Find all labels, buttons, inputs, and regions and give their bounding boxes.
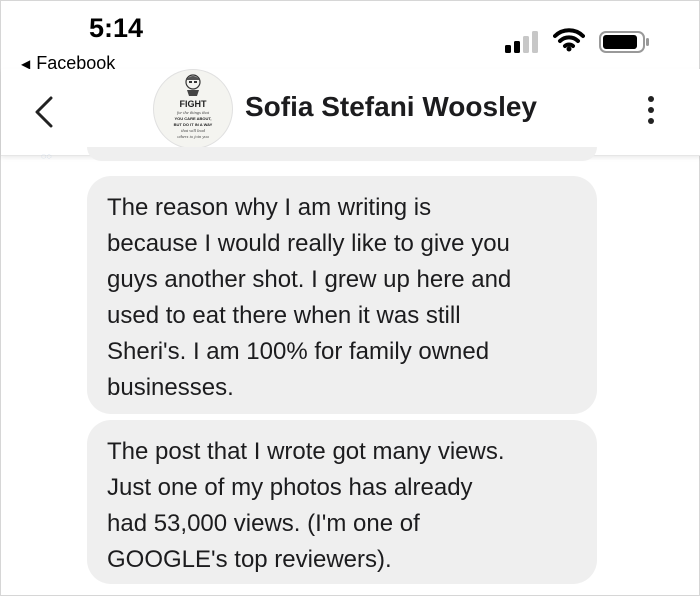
previous-message-bubble — [87, 147, 597, 161]
message-line: GOOGLE's top reviewers). — [107, 546, 392, 573]
message-line: Sheri's. I am 100% for family owned — [107, 338, 490, 365]
chat-header: FIGHT for the things that YOU CARE ABOUT… — [1, 69, 700, 156]
back-chevron-icon[interactable] — [33, 95, 55, 129]
message-line: The reason why I am writing is — [107, 194, 432, 221]
avatar-title: FIGHT — [180, 99, 207, 109]
avatar-illustration: FIGHT for the things that YOU CARE ABOUT… — [174, 74, 213, 139]
status-time: 5:14 — [89, 13, 144, 43]
previous-sender-avatar-icon: ◌◌ — [41, 151, 52, 161]
cellular-signal-icon — [505, 31, 538, 53]
more-options-icon[interactable] — [645, 93, 657, 129]
avatar-line: that will lead — [181, 128, 206, 133]
message-bubble[interactable]: The reason why I am writing is because I… — [87, 176, 597, 414]
battery-icon — [599, 31, 649, 53]
message-line: The post that I wrote got many views. — [107, 438, 505, 465]
contact-name[interactable]: Sofia Stefani Woosley — [245, 91, 537, 123]
avatar[interactable]: FIGHT for the things that YOU CARE ABOUT… — [153, 69, 233, 149]
avatar-line: for the things that — [177, 110, 210, 115]
avatar-line: others to join you — [177, 134, 209, 139]
avatar-line: BUT DO IT IN A WAY — [174, 122, 213, 127]
message-line: because I would really like to give you — [107, 230, 510, 257]
message-line: Just one of my photos has already — [107, 474, 473, 501]
wifi-icon — [553, 28, 585, 52]
message-line: guys another shot. I grew up here and — [107, 266, 512, 293]
message-line: used to eat there when it was still — [107, 302, 461, 329]
screenshot-frame: 5:14 ◀ Facebook FIGHT for the things tha… — [0, 0, 700, 596]
message-line: businesses. — [107, 374, 234, 401]
message-line: had 53,000 views. (I'm one of — [107, 510, 420, 537]
avatar-line: YOU CARE ABOUT, — [175, 116, 212, 121]
message-bubble[interactable]: The post that I wrote got many views. Ju… — [87, 420, 597, 584]
